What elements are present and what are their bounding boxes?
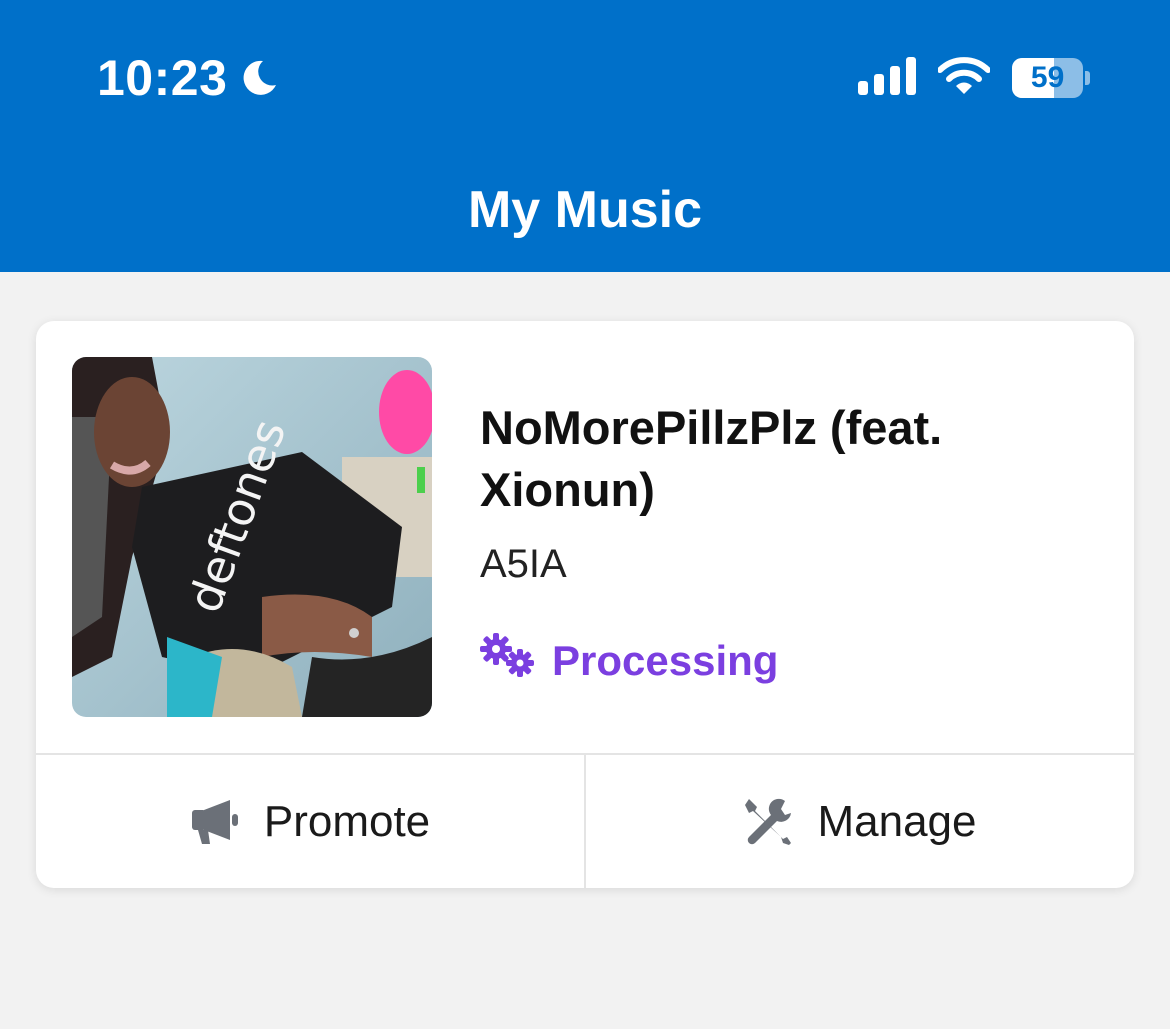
manage-button[interactable]: Manage <box>586 755 1134 888</box>
promote-label: Promote <box>263 796 431 846</box>
artist-name: A5IA <box>480 542 567 586</box>
moon-icon <box>239 58 279 98</box>
header: 10:23 59 My Music <box>0 0 1170 272</box>
page-title: My Music <box>467 181 703 239</box>
app-screen: 10:23 59 My Music deftones NoMorePillzPl… <box>0 0 1170 1029</box>
track-title: NoMorePillzPlz (feat. Xionun) <box>480 401 943 516</box>
battery-icon: 59 <box>1012 58 1090 98</box>
status-indicators: 59 <box>858 56 1090 100</box>
signal-icon <box>858 56 916 100</box>
status-time: 10:23 <box>97 50 279 106</box>
megaphone-icon <box>190 798 240 846</box>
promote-button[interactable]: Promote <box>36 755 584 888</box>
wifi-icon <box>937 56 991 100</box>
gears-icon <box>480 633 536 689</box>
status-label: Processing <box>552 637 779 684</box>
battery-level: 59 <box>1030 61 1065 94</box>
status-badge: Processing <box>480 633 778 689</box>
release-card[interactable]: deftones NoMorePillzPlz (feat. Xionun) A… <box>36 321 1134 888</box>
cover-art[interactable]: deftones <box>72 357 432 717</box>
clock: 10:23 <box>97 50 228 106</box>
manage-label: Manage <box>817 796 977 846</box>
tools-icon <box>743 797 793 847</box>
